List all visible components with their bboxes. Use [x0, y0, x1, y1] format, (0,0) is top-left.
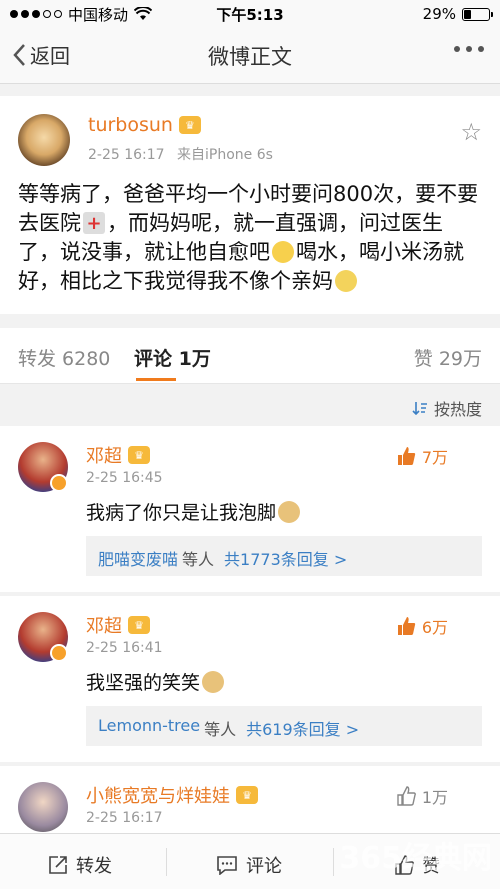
wifi-icon	[134, 7, 153, 20]
doge-emoji-icon	[278, 501, 301, 523]
author-name[interactable]: turbosun	[88, 114, 173, 136]
divider	[333, 848, 334, 876]
post-source: 来自iPhone 6s	[177, 147, 273, 163]
reply-mid: 等人	[182, 550, 215, 569]
author-avatar[interactable]	[18, 114, 70, 166]
like-button[interactable]: 1万	[396, 784, 448, 808]
commenter-name[interactable]: 邓超	[86, 612, 122, 638]
repost-icon	[49, 856, 67, 874]
like-button[interactable]: 7万	[396, 444, 448, 468]
reply-count[interactable]: 共619条回复 >	[246, 716, 359, 739]
comment-item: 邓超 ♛ 2-25 16:45 我病了你只是让我泡脚 7万 肥喵变废喵 等人 共…	[0, 426, 500, 592]
thumbs-up-icon	[397, 617, 416, 635]
vip-badge-icon: ♛	[178, 116, 201, 134]
signal-icon	[10, 10, 62, 18]
status-bar: 中国移动 下午5:13 29%	[0, 0, 500, 28]
repost-label: 转发	[76, 856, 112, 877]
vip-badge-icon: ♛	[236, 786, 258, 804]
tab-likes[interactable]: 赞 29万	[414, 344, 482, 371]
reply-count[interactable]: 共1773条回复 >	[224, 546, 347, 569]
status-left: 中国移动	[10, 4, 153, 25]
chevron-left-icon	[13, 43, 25, 66]
active-tab-indicator	[136, 378, 176, 381]
like-button[interactable]: 6万	[396, 614, 448, 638]
verified-icon	[50, 474, 68, 492]
favorite-star-icon[interactable]: ☆	[460, 118, 482, 146]
sort-icon	[412, 402, 427, 415]
comment-button[interactable]: 评论	[216, 852, 282, 878]
post-time: 2-25 16:17	[88, 147, 165, 163]
like-count: 1万	[421, 788, 448, 807]
doge-emoji-icon	[202, 671, 225, 693]
post-meta: 2-25 16:17 来自iPhone 6s	[88, 144, 273, 164]
comment-time: 2-25 16:45	[86, 470, 163, 486]
comment-time: 2-25 16:41	[86, 640, 163, 656]
carrier-name: 中国移动	[68, 5, 129, 24]
back-label: 返回	[30, 44, 70, 68]
post-text: 等等病了，爸爸平均一个小时要问800次，要不要去医院，而妈妈呢，就一直强调，问过…	[18, 180, 482, 296]
rolling-eyes-emoji-icon	[272, 241, 294, 263]
comment-text: 我坚强的笑笑	[86, 668, 226, 695]
post-tabs: 转发 6280 评论 1万 赞 29万	[0, 328, 500, 384]
comment-icon	[217, 856, 237, 875]
comment-text-content: 我坚强的笑笑	[86, 672, 201, 694]
like-count: 6万	[421, 618, 448, 637]
comment-item: 邓超 ♛ 2-25 16:41 我坚强的笑笑 6万 Lemonn-tree 等人…	[0, 596, 500, 762]
reply-summary[interactable]: Lemonn-tree 等人 共619条回复 >	[86, 706, 482, 746]
thumbs-up-icon	[397, 786, 416, 806]
vip-badge-icon: ♛	[128, 446, 150, 464]
commenter-name[interactable]: 小熊宽宽与烊娃娃	[86, 782, 230, 808]
sort-bar: 按热度	[0, 384, 500, 426]
sort-button[interactable]: 按热度	[412, 396, 482, 420]
site-watermark: 365经典网	[339, 841, 492, 876]
more-button[interactable]	[454, 46, 484, 52]
commenter-name[interactable]: 邓超	[86, 442, 122, 468]
comment-text-content: 我病了你只是让我泡脚	[86, 502, 277, 524]
comment-label: 评论	[246, 856, 282, 877]
verified-icon	[50, 644, 68, 662]
battery-fill	[464, 9, 471, 19]
thumbs-up-icon	[397, 447, 416, 465]
like-count: 7万	[421, 448, 448, 467]
reply-mid: 等人	[204, 720, 237, 739]
comment-item: 小熊宽宽与烊娃娃 ♛ 2-25 16:17 1万	[0, 766, 500, 836]
bottom-action-bar: 转发 评论 赞 365经典网	[0, 833, 500, 889]
commenter-avatar[interactable]	[18, 782, 68, 832]
back-button[interactable]: 返回	[12, 40, 70, 69]
shy-emoji-icon	[335, 270, 357, 292]
sort-label: 按热度	[433, 400, 482, 419]
page-title: 微博正文	[208, 44, 292, 69]
reply-users[interactable]: 肥喵变废喵	[98, 546, 178, 569]
author-info: turbosun ♛ 2-25 16:17 来自iPhone 6s	[88, 114, 273, 164]
comment-time: 2-25 16:17	[86, 810, 163, 826]
vip-badge-icon: ♛	[128, 616, 150, 634]
tab-comments[interactable]: 评论 1万	[134, 344, 211, 371]
hospital-emoji-icon	[83, 209, 105, 238]
divider	[166, 848, 167, 876]
nav-bar: 返回 微博正文	[0, 28, 500, 84]
status-right: 29%	[422, 5, 493, 23]
comment-text: 我病了你只是让我泡脚	[86, 498, 302, 525]
weibo-post: turbosun ♛ 2-25 16:17 来自iPhone 6s ☆ 等等病了…	[0, 96, 500, 314]
tab-repost[interactable]: 转发 6280	[18, 344, 110, 371]
battery-percent: 29%	[422, 5, 456, 23]
reply-summary[interactable]: 肥喵变废喵 等人 共1773条回复 >	[86, 536, 482, 576]
repost-button[interactable]: 转发	[48, 852, 112, 878]
battery-icon	[462, 7, 493, 21]
reply-users[interactable]: Lemonn-tree	[98, 716, 200, 736]
